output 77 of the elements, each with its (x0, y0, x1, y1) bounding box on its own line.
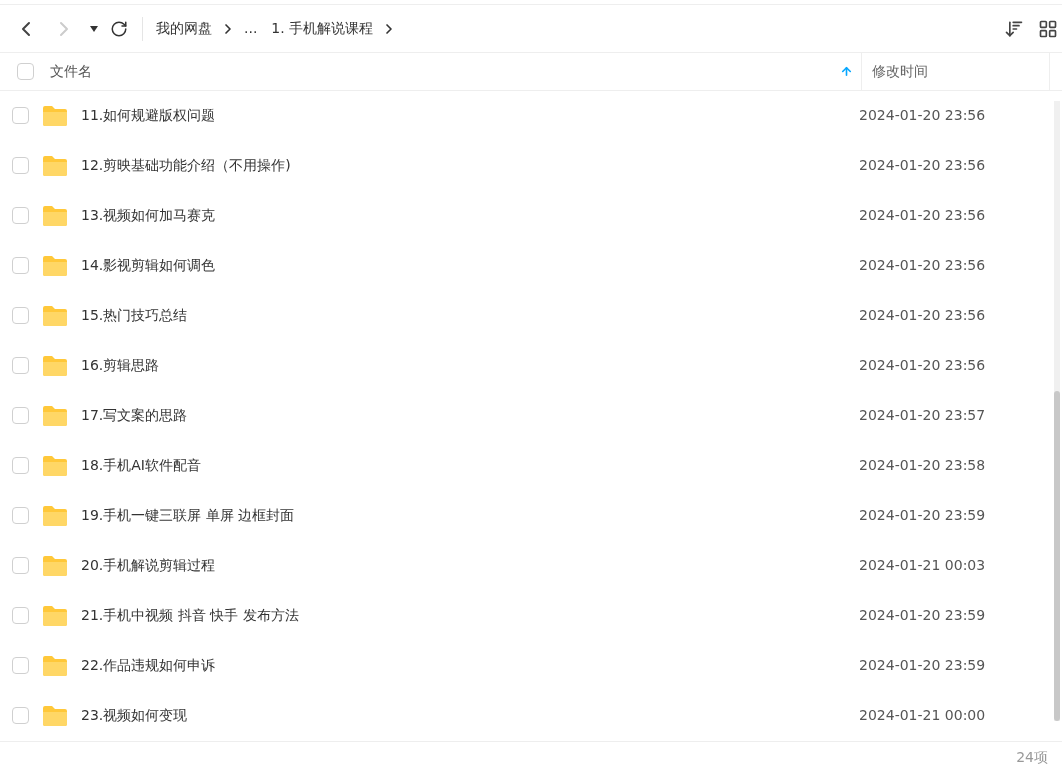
folder-icon (42, 554, 68, 577)
folder-icon (42, 504, 68, 527)
folder-icon (42, 154, 68, 177)
folder-icon (42, 404, 68, 427)
file-row[interactable]: 19.手机一键三联屏 单屏 边框封面 2024-01-20 23:59 (0, 490, 1054, 541)
dropdown-icon[interactable] (90, 25, 98, 32)
modified-time: 2024-01-20 23:56 (859, 306, 986, 326)
folder-icon (42, 304, 68, 327)
checkbox[interactable] (12, 457, 29, 475)
modified-time: 2024-01-20 23:58 (859, 456, 986, 476)
file-name[interactable]: 23.视频如何变现 (81, 705, 859, 727)
checkbox[interactable] (12, 707, 29, 725)
column-header[interactable]: 修改时间 (872, 60, 928, 82)
checkbox[interactable] (12, 307, 29, 325)
file-row[interactable]: 16.剪辑思路 2024-01-20 23:56 (0, 340, 1054, 391)
folder-icon (42, 354, 68, 377)
folder-icon (42, 254, 68, 277)
folder-icon (42, 104, 68, 127)
file-name[interactable]: 22.作品违规如何申诉 (81, 655, 859, 677)
modified-time: 2024-01-20 23:59 (859, 656, 986, 676)
file-row[interactable]: 14.影视剪辑如何调色 2024-01-20 23:56 (0, 240, 1054, 291)
item-count: 24项 (1016, 747, 1048, 767)
modified-time: 2024-01-20 23:56 (859, 106, 986, 126)
file-name[interactable]: 17.写文案的思路 (81, 405, 859, 427)
modified-time: 2024-01-20 23:57 (859, 406, 986, 426)
file-name[interactable]: 16.剪辑思路 (81, 355, 859, 377)
checkbox[interactable] (12, 207, 29, 225)
file-row[interactable]: 21.手机中视频 抖音 快手 发布方法 2024-01-20 23:59 (0, 590, 1054, 641)
file-row[interactable]: 23.视频如何变现 2024-01-21 00:00 (0, 690, 1054, 741)
breadcrumb-link[interactable]: ... (244, 18, 258, 40)
modified-time: 2024-01-20 23:56 (859, 206, 986, 226)
scrollbar[interactable] (1054, 100, 1060, 721)
modified-time: 2024-01-20 23:56 (859, 356, 986, 376)
folder-icon (42, 454, 68, 477)
file-row[interactable]: 11.如何规避版权问题 2024-01-20 23:56 (0, 90, 1054, 141)
checkbox[interactable] (12, 357, 29, 375)
column-header[interactable]: 文件名 (50, 60, 92, 82)
breadcrumb-link[interactable]: 1. 手机解说课程 (271, 18, 374, 40)
checkbox[interactable] (12, 107, 29, 125)
file-name[interactable]: 11.如何规避版权问题 (81, 105, 859, 127)
modified-time: 2024-01-20 23:56 (859, 256, 986, 276)
modified-time: 2024-01-20 23:59 (859, 606, 986, 626)
file-row[interactable]: 17.写文案的思路 2024-01-20 23:57 (0, 390, 1054, 441)
modified-time: 2024-01-20 23:59 (859, 506, 986, 526)
file-row[interactable]: 18.手机AI软件配音 2024-01-20 23:58 (0, 440, 1054, 491)
folder-icon (42, 604, 68, 627)
file-row[interactable]: 20.手机解说剪辑过程 2024-01-21 00:03 (0, 540, 1054, 591)
file-row[interactable]: 22.作品违规如何申诉 2024-01-20 23:59 (0, 640, 1054, 691)
file-name[interactable]: 12.剪映基础功能介绍（不用操作) (81, 155, 859, 177)
folder-icon (42, 654, 68, 677)
file-name[interactable]: 19.手机一键三联屏 单屏 边框封面 (81, 505, 859, 527)
checkbox[interactable] (12, 557, 29, 575)
modified-time: 2024-01-21 00:03 (859, 556, 986, 576)
file-row[interactable]: 13.视频如何加马赛克 2024-01-20 23:56 (0, 190, 1054, 241)
file-name[interactable]: 15.热门技巧总结 (81, 305, 859, 327)
checkbox[interactable] (12, 407, 29, 425)
file-row[interactable]: 12.剪映基础功能介绍（不用操作) 2024-01-20 23:56 (0, 140, 1054, 191)
checkbox[interactable] (12, 157, 29, 175)
checkbox[interactable] (12, 257, 29, 275)
file-name[interactable]: 14.影视剪辑如何调色 (81, 255, 859, 277)
file-name[interactable]: 18.手机AI软件配音 (81, 455, 859, 477)
refresh-icon[interactable] (110, 19, 128, 38)
file-name[interactable]: 13.视频如何加马赛克 (81, 205, 859, 227)
folder-icon (42, 204, 68, 227)
file-name[interactable]: 21.手机中视频 抖音 快手 发布方法 (81, 605, 859, 627)
breadcrumb-link[interactable]: 我的网盘 (156, 18, 212, 40)
file-name[interactable]: 20.手机解说剪辑过程 (81, 555, 859, 577)
file-row[interactable]: 15.热门技巧总结 2024-01-20 23:56 (0, 290, 1054, 341)
folder-icon (42, 704, 68, 727)
sort-ascending-icon[interactable] (840, 64, 853, 78)
checkbox[interactable] (12, 507, 29, 525)
checkbox[interactable] (12, 607, 29, 625)
modified-time: 2024-01-20 23:56 (859, 156, 986, 176)
checkbox[interactable] (12, 657, 29, 675)
checkbox[interactable] (17, 62, 34, 80)
grid-view-icon[interactable] (1038, 18, 1058, 39)
modified-time: 2024-01-21 00:00 (859, 706, 986, 726)
